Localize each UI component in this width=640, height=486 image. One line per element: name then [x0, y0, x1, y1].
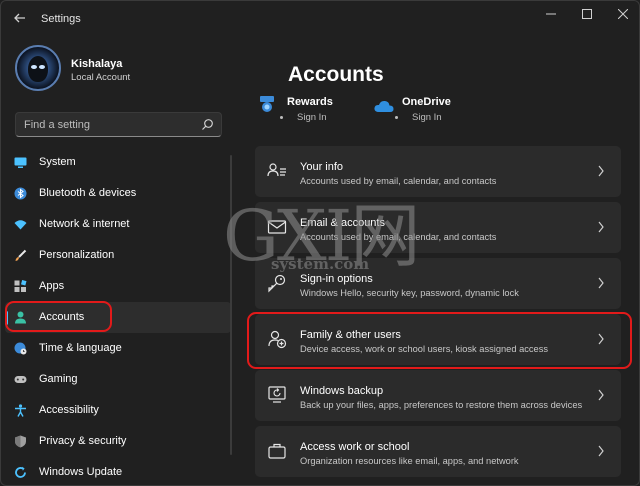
sidebar-scrollbar[interactable]	[230, 155, 232, 455]
onedrive-label: OneDrive	[402, 96, 451, 108]
chevron-right-icon	[598, 389, 604, 401]
wifi-icon	[14, 220, 27, 230]
close-button[interactable]	[605, 5, 639, 25]
apps-icon	[14, 280, 27, 292]
page-title: Accounts	[288, 63, 384, 86]
sidebar-item-label: Gaming	[39, 373, 78, 385]
sidebar-item-accessibility[interactable]: Accessibility	[5, 395, 231, 426]
card-description: Windows Hello, security key, password, d…	[300, 288, 519, 298]
card-description: Accounts used by email, calendar, and co…	[300, 176, 497, 186]
avatar[interactable]	[15, 45, 61, 91]
sidebar-item-personalization[interactable]: Personalization	[5, 240, 231, 271]
back-arrow-icon[interactable]	[11, 11, 29, 29]
card-title: Sign-in options	[300, 273, 373, 285]
minimize-button[interactable]	[533, 5, 569, 25]
card-windows-backup[interactable]: Windows backup Back up your files, apps,…	[255, 370, 621, 421]
accounts-highlight-ring	[5, 301, 112, 332]
backup-icon	[268, 386, 286, 403]
search-icon	[202, 119, 213, 130]
sidebar-item-windows-update[interactable]: Windows Update	[5, 457, 231, 485]
sidebar-item-label: Accessibility	[39, 404, 99, 416]
briefcase-icon	[268, 443, 286, 459]
bluetooth-icon	[14, 187, 27, 200]
monitor-icon	[14, 157, 27, 168]
card-your-info[interactable]: Your info Accounts used by email, calend…	[255, 146, 621, 197]
accessibility-icon	[15, 404, 26, 417]
sidebar-item-label: Bluetooth & devices	[39, 187, 137, 199]
shield-icon	[15, 435, 26, 448]
sidebar-item-gaming[interactable]: Gaming	[5, 364, 231, 395]
sidebar-item-privacy[interactable]: Privacy & security	[5, 426, 231, 457]
update-icon	[15, 466, 26, 478]
brush-icon	[15, 249, 27, 261]
sidebar-item-apps[interactable]: Apps	[5, 271, 231, 302]
rewards-icon	[260, 96, 274, 112]
card-title: Email & accounts	[300, 217, 385, 229]
sidebar-item-label: System	[39, 156, 76, 168]
user-name: Kishalaya	[71, 58, 123, 70]
sidebar-item-label: Apps	[39, 280, 65, 292]
card-title: Access work or school	[300, 441, 410, 453]
sidebar-item-network[interactable]: Network & internet	[5, 209, 231, 240]
card-access-work-school[interactable]: Access work or school Organization resou…	[255, 426, 621, 477]
chevron-right-icon	[598, 277, 604, 289]
sidebar-item-time-language[interactable]: Time & language	[5, 333, 231, 364]
window-title: Settings	[41, 13, 81, 25]
card-title: Your info	[300, 161, 344, 173]
search-placeholder: Find a setting	[24, 119, 91, 131]
maximize-button[interactable]	[569, 5, 605, 25]
globe-clock-icon	[14, 342, 27, 355]
chevron-right-icon	[598, 445, 604, 457]
card-description: Accounts used by email, calendar, and co…	[300, 232, 497, 242]
onedrive-icon	[374, 100, 394, 112]
search-input[interactable]: Find a setting	[15, 112, 222, 137]
card-description: Back up your files, apps, preferences to…	[300, 400, 583, 410]
sidebar-item-label: Windows Update	[39, 466, 123, 478]
account-type: Local Account	[71, 72, 131, 83]
status-dot	[280, 116, 283, 119]
card-sign-in-options[interactable]: Sign-in options Windows Hello, security …	[255, 258, 621, 309]
sidebar-item-system[interactable]: System	[5, 147, 231, 178]
family-users-highlight-ring	[247, 312, 632, 369]
mail-icon	[267, 220, 287, 234]
settings-window: Settings Kishalaya Local Account Find a …	[0, 0, 640, 486]
sidebar-item-bluetooth[interactable]: Bluetooth & devices	[5, 178, 231, 209]
card-description: Organization resources like email, apps,…	[300, 456, 519, 466]
sidebar-item-label: Privacy & security	[39, 435, 127, 447]
gamepad-icon	[14, 376, 27, 383]
chevron-right-icon	[598, 221, 604, 233]
onedrive-status: Sign In	[412, 112, 442, 123]
status-dot	[395, 116, 398, 119]
sidebar-item-label: Time & language	[39, 342, 122, 354]
chevron-right-icon	[598, 165, 604, 177]
key-icon	[268, 274, 286, 293]
title-bar: Settings	[1, 1, 639, 37]
person-list-icon	[267, 163, 286, 177]
sidebar-item-label: Personalization	[39, 249, 115, 261]
card-email-accounts[interactable]: Email & accounts Accounts used by email,…	[255, 202, 621, 253]
sidebar-item-label: Network & internet	[39, 218, 130, 230]
alien-head-icon	[28, 56, 48, 82]
card-title: Windows backup	[300, 385, 384, 397]
rewards-label: Rewards	[287, 96, 333, 108]
rewards-status: Sign In	[297, 112, 327, 123]
